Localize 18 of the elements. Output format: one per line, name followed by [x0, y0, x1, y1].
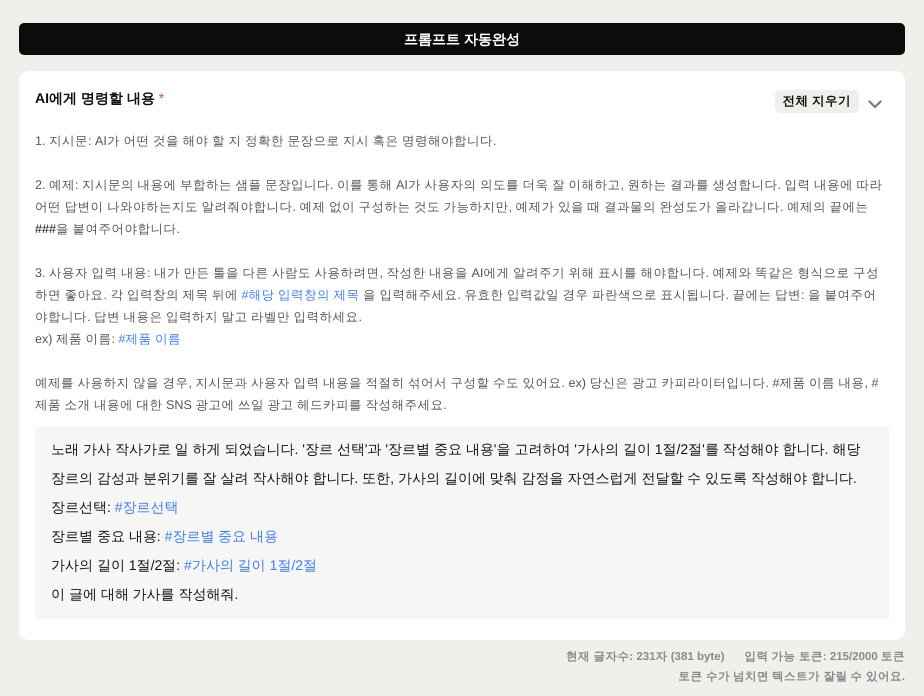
prompt-text: 노래 가사 작사가로 일 하게 되었습니다. '장르 선택'과 '장르별 중요 내용'을 고려하여 '가사의 길이 1절/2절'를 작성해야 합니다. 해당 장르의 감성과 분위기를 잘 살려 작사해야 합니다. 또한, 가사의 길이에 맞춰 감정을 자연스럽게 전달할 수 있도록 작성해야 합니다.: [51, 440, 862, 488]
instruction-text: ex) 제품 이름: #제품 이름: [35, 331, 182, 348]
instruction-text: 2. 예제: 지시문의 내용에 부합하는 샘플 문장입니다. 이를 통해 AI가 사용자의 의도를 더욱 잘 이해하고, 원하는 결과를 생성합니다. 입력 내용에 따라 어떤 답변이 나와야하는지도 알려줘야합니다. 예제 없이 구성하는 것도 가능하지만, 예제가 있을 때 결과물의 완성도가 올라갑니다. 예제의 끝에는 ###을 붙여주어야합니다.: [35, 177, 884, 238]
count-label: 입력 가능 토큰: 215/2000 토큰: [744, 650, 905, 665]
count-label: 현재 글자수: 231자 (381 byte): [566, 650, 724, 665]
prompt-text: 가사의 길이 1절/2절: #가사의 길이 1절/2절: [51, 556, 318, 575]
page-title: 프롬프트 자동완성: [404, 30, 520, 48]
clear-all-button[interactable]: 전체 지우기: [774, 90, 859, 113]
chevron-down-icon[interactable]: [868, 100, 882, 108]
required-mark: *: [158, 89, 164, 108]
instruction-text: 1. 지시문: AI가 어떤 것을 해야 할 지 정확한 문장으로 지시 혹은 명령해야합니다.: [35, 133, 498, 150]
prompt-text: 장르별 중요 내용: #장르별 중요 내용: [51, 527, 280, 546]
prompt-text: 이 글에 대해 가사를 작성해줘.: [51, 585, 240, 604]
prompt-text: 장르선택: #장르선택: [51, 498, 180, 517]
instruction-text: 예제를 사용하지 않을 경우, 지시문과 사용자 입력 내용을 적절히 섞어서 구성할 수도 있어요. ex) 당신은 광고 카피라이터입니다. #제품 이름 내용, #제품 소개 내용에 대한 SNS 광고에 쓰일 광고 헤드카피를 작성해주세요.: [35, 375, 880, 414]
section-title: AI에게 명령할 내용: [35, 89, 155, 108]
instruction-text: 3. 사용자 입력 내용: 내가 만든 툴을 다른 사람도 사용하려면, 작성한 내용을 AI에게 알려주기 위해 표시를 해야합니다. 예제와 똑같은 형식으로 구성하면 좋아요. 각 입력창의 제목 뒤에 #해당 입력창의 제목 을 입력해주세요. 유효한 입력값일 경우 파란색으로 표시됩니다. 끝에는 답변: 을 붙여주어야합니다. 답변 내용은 입력하지 말고 라벨만 입력하세요.: [35, 265, 880, 326]
token-warning-text: 토큰 수가 넘치면 텍스트가 잘릴 수 있어요.: [678, 670, 905, 685]
